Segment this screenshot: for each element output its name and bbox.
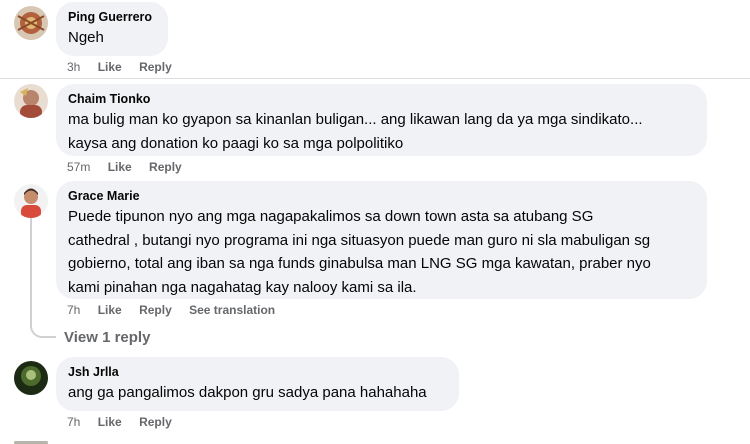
comment-text-line: Ngeh bbox=[68, 29, 104, 46]
comment-actions: 57m Like Reply bbox=[67, 159, 196, 175]
comment-text-line: ang ga pangalimos dakpon gru sadya pana … bbox=[68, 384, 427, 401]
comment-actions: 3h Like Reply bbox=[67, 59, 186, 75]
avatar[interactable] bbox=[14, 84, 48, 118]
comment-text-line: cathedral , butangi nyo programa ini nga… bbox=[68, 231, 651, 249]
reply-button[interactable]: Reply bbox=[149, 159, 182, 175]
avatar[interactable] bbox=[14, 436, 48, 444]
comment-text-line: kaysa ang donation ko paagi ko sa mga po… bbox=[68, 134, 404, 152]
comment-bubble: Ping Guerrero Ngeh bbox=[56, 2, 168, 56]
comment-bubble: Jsh Jrlla ang ga pangalimos dakpon gru s… bbox=[56, 357, 459, 411]
comment-timestamp[interactable]: 7h bbox=[67, 414, 80, 430]
reply-button[interactable]: Reply bbox=[139, 59, 172, 75]
comment-timestamp[interactable]: 57m bbox=[67, 159, 90, 175]
comment-text-line: Puede tipunon nyo ang mga nagapakalimos … bbox=[68, 208, 594, 225]
comment-text-line: gobierno, total ang iban sa nga funds gi… bbox=[68, 255, 651, 272]
like-button[interactable]: Like bbox=[98, 59, 122, 75]
reply-thread-line bbox=[30, 218, 56, 338]
comment-author[interactable]: Grace Marie bbox=[68, 188, 695, 205]
like-button[interactable]: Like bbox=[108, 159, 132, 175]
reply-button[interactable]: Reply bbox=[139, 302, 172, 318]
avatar[interactable] bbox=[14, 361, 48, 395]
comment-author[interactable]: Jsh Jrlla bbox=[68, 364, 447, 381]
divider bbox=[0, 78, 750, 79]
like-button[interactable]: Like bbox=[98, 414, 122, 430]
avatar[interactable] bbox=[14, 6, 48, 40]
reply-button[interactable]: Reply bbox=[139, 414, 172, 430]
comment-text-line: kami pinahan nga nagahatag kay nalooy ka… bbox=[68, 278, 417, 296]
comment-author[interactable]: Chaim Tionko bbox=[68, 91, 695, 108]
view-replies-link[interactable]: View 1 reply bbox=[64, 329, 150, 346]
comment-author[interactable]: Ping Guerrero bbox=[68, 9, 156, 26]
comment-text-line: ma bulig man ko gyapon sa kinanlan bulig… bbox=[68, 111, 643, 128]
comment-bubble: Grace Marie Puede tipunon nyo ang mga na… bbox=[56, 181, 707, 299]
comment-actions: 7h Like Reply See translation bbox=[67, 302, 289, 318]
comment-actions: 7h Like Reply bbox=[67, 414, 186, 430]
comment-timestamp[interactable]: 7h bbox=[67, 302, 80, 318]
avatar[interactable] bbox=[14, 184, 48, 218]
comment-timestamp[interactable]: 3h bbox=[67, 59, 80, 75]
like-button[interactable]: Like bbox=[98, 302, 122, 318]
see-translation-button[interactable]: See translation bbox=[189, 302, 275, 318]
comment-bubble: Chaim Tionko ma bulig man ko gyapon sa k… bbox=[56, 84, 707, 156]
